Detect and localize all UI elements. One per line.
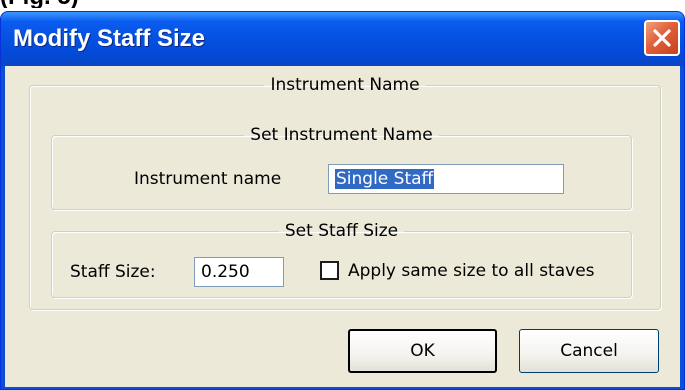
- ok-button[interactable]: OK: [348, 329, 497, 373]
- set-instrument-name-legend: Set Instrument Name: [250, 125, 433, 145]
- instrument-name-label: Instrument name: [134, 169, 282, 189]
- instrument-name-legend: Instrument Name: [270, 75, 420, 95]
- window-title: Modify Staff Size: [13, 25, 206, 52]
- instrument-name-input[interactable]: Single Staff: [328, 164, 564, 194]
- title-bar[interactable]: Modify Staff Size: [1, 12, 684, 66]
- apply-all-staves-label[interactable]: Apply same size to all staves: [348, 261, 595, 281]
- cancel-button[interactable]: Cancel: [519, 329, 659, 373]
- staff-size-value: 0.250: [201, 262, 250, 282]
- page-caption-fragment: (Fig. 5): [0, 0, 220, 8]
- set-staff-size-group: Set Staff Size Staff Size: 0.250 Apply s…: [51, 222, 632, 298]
- instrument-name-value: Single Staff: [335, 169, 435, 189]
- close-icon: [653, 29, 671, 47]
- apply-all-staves-checkbox[interactable]: [320, 261, 339, 280]
- set-instrument-name-group: Set Instrument Name Instrument name Sing…: [51, 126, 632, 210]
- staff-size-input[interactable]: 0.250: [194, 257, 284, 287]
- set-staff-size-legend: Set Staff Size: [284, 221, 399, 241]
- staff-size-label: Staff Size:: [70, 262, 156, 282]
- close-button[interactable]: [644, 20, 680, 56]
- dialog-body: Instrument Name Set Instrument Name Inst…: [5, 66, 680, 387]
- dialog-window: Modify Staff Size Instrument Name Set In…: [0, 11, 685, 390]
- instrument-name-group: Instrument Name Set Instrument Name Inst…: [29, 76, 661, 310]
